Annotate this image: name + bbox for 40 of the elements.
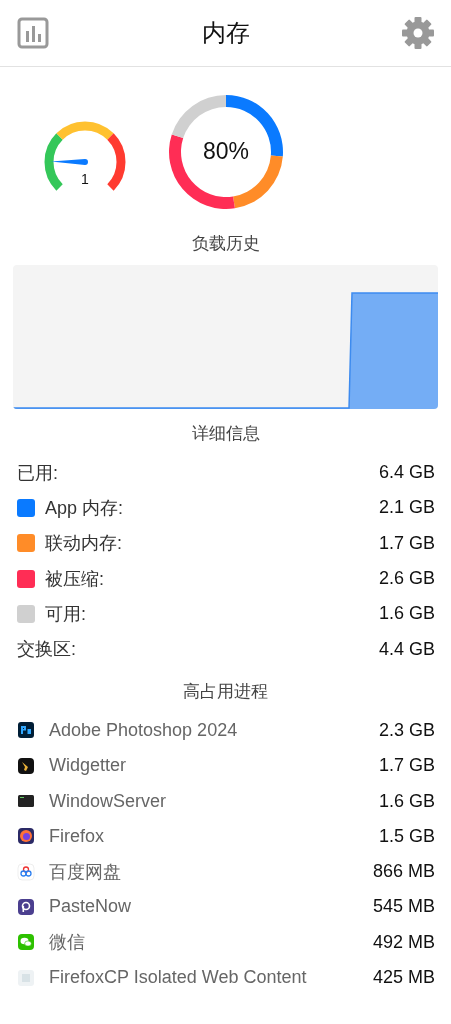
chart-icon[interactable] (17, 17, 49, 49)
process-name: WindowServer (49, 790, 167, 812)
detail-label: App 内存: (45, 496, 124, 520)
paste-icon (17, 897, 35, 916)
process-memory: 2.3 GB (378, 719, 435, 741)
gauge-reading: 1 (80, 171, 90, 187)
process-memory: 866 MB (372, 861, 435, 883)
app-icon (17, 968, 35, 987)
section-title: 详细信息 (190, 423, 261, 445)
detail-label: 可用: (45, 602, 86, 626)
process-name: Firefox (49, 825, 104, 847)
detail-label: 被压缩: (45, 567, 104, 591)
window-title: 内存 (201, 18, 250, 48)
section-title: 负载历史 (190, 233, 261, 255)
process-memory: 1.5 GB (378, 825, 435, 847)
process-memory: 545 MB (372, 896, 435, 918)
process-name: FirefoxCP Isolated Web Content (49, 967, 307, 988)
usage-percent: 80% (201, 138, 250, 165)
process-name: Adobe Photoshop 2024 (49, 719, 238, 741)
settings-icon[interactable] (402, 17, 434, 49)
process-memory: 425 MB (372, 967, 435, 988)
detail-value: 1.6 GB (378, 603, 435, 625)
process-name: 微信 (49, 931, 85, 955)
terminal-icon (17, 792, 35, 810)
detail-value: 1.7 GB (378, 532, 435, 554)
detail-label: 已用: (17, 461, 58, 485)
detail-value: 4.4 GB (378, 638, 435, 660)
process-name: PasteNow (49, 896, 132, 918)
section-title: 高占用进程 (182, 680, 269, 703)
chat-icon (17, 933, 35, 952)
process-memory: 492 MB (372, 931, 435, 953)
process-name: Widgetter (49, 755, 127, 777)
process-memory: 1.6 GB (378, 790, 435, 812)
process-name: 百度网盘 (49, 860, 121, 884)
detail-label: 交换区: (17, 638, 76, 662)
process-memory: 1.7 GB (378, 755, 435, 777)
detail-label: 联动内存: (45, 532, 122, 556)
detail-value: 2.6 GB (378, 568, 435, 590)
detail-value: 2.1 GB (378, 497, 435, 519)
detail-value: 6.4 GB (378, 462, 435, 484)
